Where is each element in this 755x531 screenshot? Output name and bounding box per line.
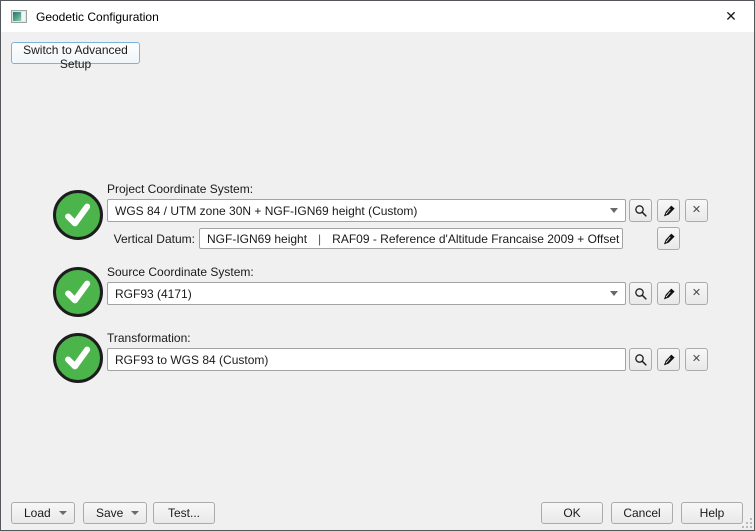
- source-clear-button[interactable]: ✕: [685, 282, 708, 305]
- checkmark-icon: [59, 339, 97, 377]
- vertical-datum-separator: |: [318, 232, 321, 246]
- search-icon: [634, 287, 648, 301]
- close-icon: ✕: [725, 8, 737, 25]
- vertical-datum-field[interactable]: NGF-IGN69 height | RAF09 - Reference d'A…: [199, 228, 623, 249]
- vertical-datum-label: Vertical Datum:: [107, 232, 195, 246]
- transformation-edit-button[interactable]: [657, 348, 680, 371]
- chevron-down-icon: [610, 208, 618, 213]
- source-coordinate-system-value: RGF93 (4171): [115, 287, 604, 301]
- transformation-status-valid-icon: [53, 333, 103, 383]
- project-clear-button[interactable]: ✕: [685, 199, 708, 222]
- project-edit-button[interactable]: [657, 199, 680, 222]
- save-button-label: Save: [96, 506, 123, 520]
- save-button[interactable]: Save: [83, 502, 147, 524]
- source-edit-button[interactable]: [657, 282, 680, 305]
- vertical-datum-edit-button[interactable]: [657, 227, 680, 250]
- geodetic-configuration-dialog: Geodetic Configuration ✕ Switch to Advan…: [0, 0, 755, 531]
- transformation-field[interactable]: RGF93 to WGS 84 (Custom): [107, 348, 626, 371]
- app-icon-panel-pane: [22, 12, 25, 21]
- window-title: Geodetic Configuration: [36, 10, 159, 24]
- clear-icon: ✕: [692, 354, 701, 365]
- search-icon: [634, 353, 648, 367]
- source-search-button[interactable]: [629, 282, 652, 305]
- help-button[interactable]: Help: [681, 502, 743, 524]
- title-bar[interactable]: Geodetic Configuration ✕: [1, 1, 754, 32]
- clear-icon: ✕: [692, 205, 701, 216]
- edit-pen-icon: [662, 287, 676, 301]
- ok-button[interactable]: OK: [541, 502, 603, 524]
- vertical-datum-geoid-value: RAF09 - Reference d'Altitude Francaise 2…: [332, 232, 619, 246]
- load-button[interactable]: Load: [11, 502, 75, 524]
- search-icon: [634, 204, 648, 218]
- app-icon: [11, 10, 27, 23]
- source-coordinate-system-label: Source Coordinate System:: [107, 265, 254, 279]
- chevron-down-icon: [131, 511, 139, 515]
- edit-pen-icon: [662, 232, 676, 246]
- transformation-clear-button[interactable]: ✕: [685, 348, 708, 371]
- vertical-datum-value: NGF-IGN69 height: [207, 232, 307, 246]
- load-button-label: Load: [24, 506, 51, 520]
- resize-grip[interactable]: [742, 518, 752, 528]
- project-search-button[interactable]: [629, 199, 652, 222]
- chevron-down-icon: [610, 291, 618, 296]
- source-coordinate-system-select[interactable]: RGF93 (4171): [107, 282, 626, 305]
- edit-pen-icon: [662, 353, 676, 367]
- chevron-down-icon: [59, 511, 67, 515]
- app-icon-map-pane: [13, 12, 21, 21]
- transformation-search-button[interactable]: [629, 348, 652, 371]
- test-button[interactable]: Test...: [153, 502, 215, 524]
- switch-to-advanced-setup-button[interactable]: Switch to Advanced Setup: [11, 42, 140, 64]
- transformation-label: Transformation:: [107, 331, 191, 345]
- checkmark-icon: [59, 273, 97, 311]
- cancel-button[interactable]: Cancel: [611, 502, 673, 524]
- source-status-valid-icon: [53, 267, 103, 317]
- checkmark-icon: [59, 196, 97, 234]
- project-coordinate-system-select[interactable]: WGS 84 / UTM zone 30N + NGF-IGN69 height…: [107, 199, 626, 222]
- close-button[interactable]: ✕: [708, 1, 754, 31]
- edit-pen-icon: [662, 204, 676, 218]
- project-status-valid-icon: [53, 190, 103, 240]
- transformation-value: RGF93 to WGS 84 (Custom): [115, 353, 618, 367]
- project-coordinate-system-value: WGS 84 / UTM zone 30N + NGF-IGN69 height…: [115, 204, 604, 218]
- clear-icon: ✕: [692, 288, 701, 299]
- project-coordinate-system-label: Project Coordinate System:: [107, 182, 253, 196]
